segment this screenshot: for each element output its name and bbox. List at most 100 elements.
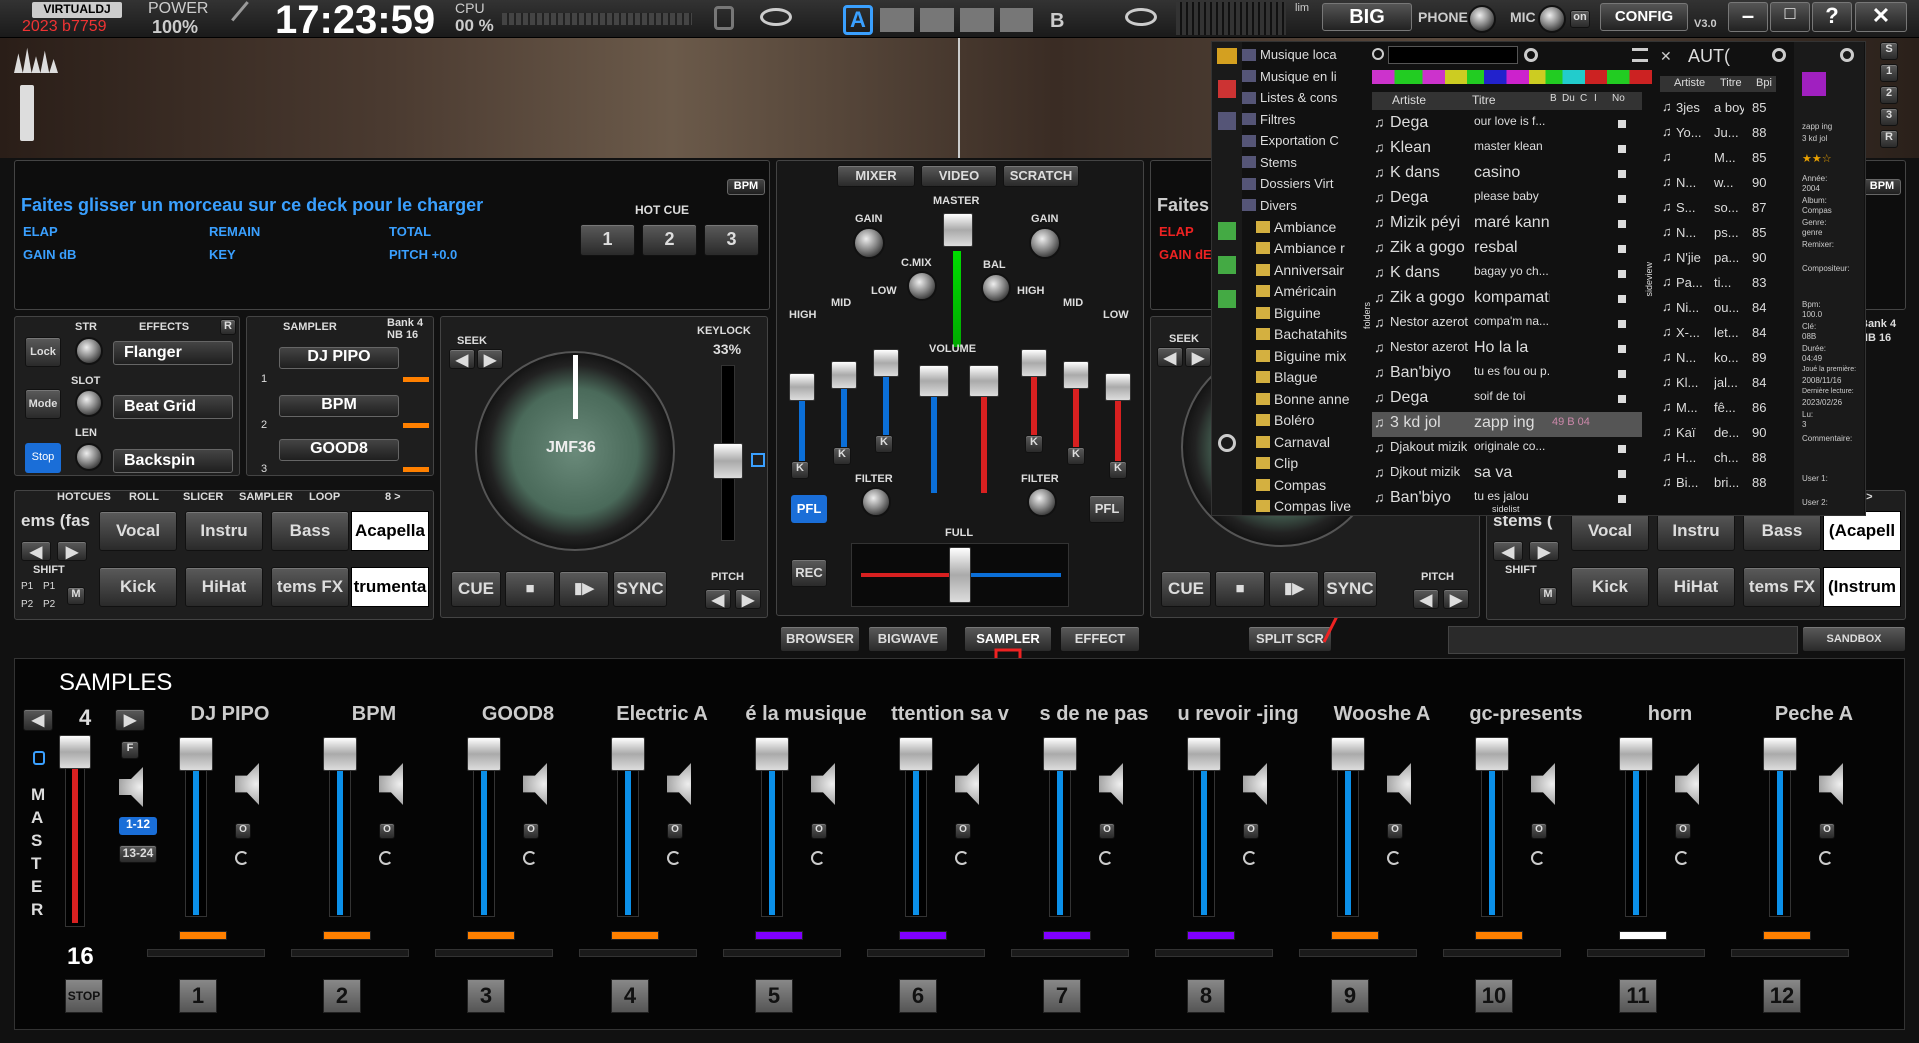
sample-mode-button[interactable]: O (667, 823, 683, 839)
right-pad-hihat[interactable]: HiHat (1657, 567, 1735, 607)
pad-bass[interactable]: Bass (271, 511, 349, 551)
phone-knob[interactable] (1468, 5, 1496, 33)
track-row[interactable]: ♫ Zik a gogo kompamatik (1372, 287, 1642, 312)
sample-volume-fader[interactable] (1187, 737, 1221, 771)
eye-icon[interactable] (760, 8, 792, 26)
help-button[interactable]: ? (1812, 2, 1852, 32)
effects-r-button[interactable]: R (220, 319, 236, 335)
pad-prev-button[interactable]: ◀ (21, 541, 51, 561)
sample-mode-button[interactable]: O (955, 823, 971, 839)
right-pad-vocal[interactable]: Vocal (1571, 511, 1649, 551)
folder-item[interactable]: Américain (1242, 281, 1362, 303)
len-knob[interactable] (75, 443, 103, 471)
track-row[interactable]: ♫ 3 kd jol zapp ing 49 B 04 (1372, 412, 1642, 437)
sample-trigger-button[interactable]: 8 (1187, 979, 1225, 1013)
sampler-slot-3[interactable]: GOOD8 (279, 439, 399, 461)
sample-volume-fader[interactable] (899, 737, 933, 771)
pad-hihat[interactable]: HiHat (185, 567, 263, 607)
shuffle-icon[interactable]: ✕ (1660, 48, 1678, 64)
volume-left[interactable] (931, 383, 937, 493)
sample-volume-fader[interactable] (1619, 737, 1653, 771)
right-play-button[interactable]: ▮▶ (1269, 571, 1319, 607)
speaker-icon[interactable] (811, 763, 835, 805)
maximize-button[interactable]: □ (1770, 2, 1810, 32)
sample-volume-fader[interactable] (467, 737, 501, 771)
lock-icon[interactable] (714, 6, 734, 30)
track-row[interactable]: ♫ K dans casino (1372, 162, 1642, 187)
track-row[interactable]: ♫ Klean master klean (1372, 137, 1642, 162)
bottom-search-box[interactable] (1448, 626, 1798, 654)
sample-mode-button[interactable]: O (523, 823, 539, 839)
color-tags[interactable] (1372, 70, 1652, 84)
loop-icon[interactable] (667, 851, 681, 865)
minimize-button[interactable]: – (1728, 2, 1768, 32)
side-letter-s[interactable]: S (1880, 42, 1898, 60)
auto-col-title[interactable]: Titre (1720, 77, 1742, 89)
loop-icon[interactable] (523, 851, 537, 865)
eq-high-left-cap[interactable] (789, 373, 815, 401)
bank-next-button[interactable]: ▶ (115, 709, 145, 731)
automix-row[interactable]: ♫ M... 85 (1660, 146, 1780, 171)
speaker-icon[interactable] (1819, 763, 1843, 805)
tab-effect[interactable]: EFFECT (1060, 626, 1140, 652)
automix-row[interactable]: ♫ Ni... ou... 84 (1660, 296, 1780, 321)
folder-item[interactable]: Bachatahits (1242, 324, 1362, 346)
big-button[interactable]: BIG (1322, 3, 1412, 31)
loop-icon[interactable] (1387, 851, 1401, 865)
slot-knob[interactable] (75, 389, 103, 417)
sample-trigger-button[interactable]: 3 (467, 979, 505, 1013)
bal-knob[interactable] (981, 273, 1011, 303)
hotcue-2-button[interactable]: 2 (642, 224, 697, 256)
right-pad-prev[interactable]: ◀ (1493, 541, 1523, 561)
crossfader-cap[interactable] (949, 547, 971, 603)
p2b[interactable]: P2 (43, 599, 55, 610)
right-pad-instru[interactable]: Instru (1657, 511, 1735, 551)
folder-item[interactable]: Divers (1242, 195, 1362, 217)
sampler-slot-2[interactable]: BPM (279, 395, 399, 417)
grid-icon[interactable] (1218, 256, 1236, 274)
track-row[interactable]: ♫ Djkout mizik sa va (1372, 462, 1642, 487)
k-btn-3[interactable]: K (875, 435, 893, 453)
pad-tab-slicer[interactable]: SLICER (183, 491, 223, 503)
col-b[interactable]: B (1550, 93, 1557, 104)
sample-volume-fader[interactable] (1763, 737, 1797, 771)
right-pitch-up[interactable]: ▶ (1443, 589, 1469, 609)
speaker-icon[interactable] (1243, 763, 1267, 805)
close-button[interactable]: ✕ (1855, 2, 1907, 32)
track-row[interactable]: ♫ Zik a gogo resbal (1372, 237, 1642, 262)
cmix-knob[interactable] (907, 271, 937, 301)
bank-prev-button[interactable]: ◀ (23, 709, 53, 731)
col-c[interactable]: C (1580, 93, 1587, 104)
right-stop-button[interactable]: ■ (1215, 571, 1265, 607)
pad-tab-roll[interactable]: ROLL (129, 491, 159, 503)
rec-button[interactable]: REC (791, 559, 827, 587)
sample-mode-button[interactable]: O (1099, 823, 1115, 839)
sample-volume-fader[interactable] (1043, 737, 1077, 771)
automix-row[interactable]: ♫ 3jes a boy 85 (1660, 96, 1780, 121)
str-knob[interactable] (75, 337, 103, 365)
pad-tabs-more[interactable]: 8 > (385, 491, 401, 503)
col-i[interactable]: I (1594, 93, 1597, 104)
master-speaker-icon[interactable] (119, 767, 143, 807)
auto-col-artist[interactable]: Artiste (1674, 77, 1705, 89)
pad-vocal[interactable]: Vocal (99, 511, 177, 551)
k-btn-2[interactable]: K (833, 447, 851, 465)
right-pad-bass[interactable]: Bass (1743, 511, 1821, 551)
pfl-right-button[interactable]: PFL (1089, 495, 1125, 523)
left-sync-button[interactable]: SYNC (613, 571, 667, 607)
automix-row[interactable]: ♫ N... ko... 89 (1660, 346, 1780, 371)
pad-m-button[interactable]: M (67, 587, 85, 605)
pad-tab-sampler[interactable]: SAMPLER (239, 491, 293, 503)
speaker-icon[interactable] (1099, 763, 1123, 805)
video-tab[interactable]: VIDEO (921, 165, 997, 187)
side-letter-3[interactable]: 3 (1880, 108, 1898, 126)
filter-right-knob[interactable] (1027, 487, 1057, 517)
folder-item[interactable]: Clip (1242, 453, 1362, 475)
sandbox-button[interactable]: SANDBOX (1802, 626, 1906, 652)
sample-trigger-button[interactable]: 9 (1331, 979, 1369, 1013)
track-row[interactable]: ♫ Dega soif de toi (1372, 387, 1642, 412)
col-artist[interactable]: Artiste (1392, 93, 1426, 107)
volume-right[interactable] (981, 383, 987, 493)
automix-row[interactable]: ♫ Bi... bri... 88 (1660, 471, 1780, 496)
side-letter-2[interactable]: 2 (1880, 86, 1898, 104)
